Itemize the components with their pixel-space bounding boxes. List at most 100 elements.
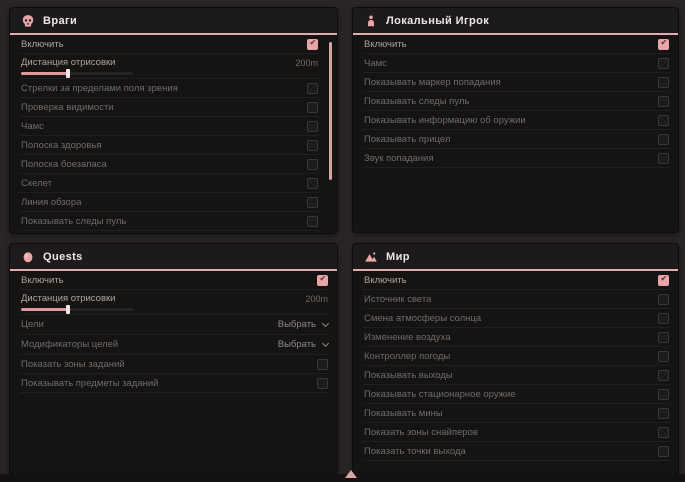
row-enemies-item[interactable]: Полоска боезапаса [20, 155, 319, 174]
slider-value: 200m [305, 294, 328, 304]
row-local-item[interactable]: Показывать следы пуль [363, 92, 670, 111]
panel-title: Quests [43, 251, 83, 263]
checkbox[interactable] [658, 77, 669, 88]
checkbox[interactable] [658, 294, 669, 305]
checkbox[interactable] [658, 408, 669, 419]
row-world-enable[interactable]: Включить [363, 271, 670, 290]
checkbox[interactable] [317, 359, 328, 370]
targets-dropdown[interactable]: Выбрать [278, 319, 328, 330]
row-world-item[interactable]: Контроллер погоды [363, 347, 670, 366]
row-quests-draw-distance: Дистанция отрисовки 200m [20, 290, 329, 315]
checkbox[interactable] [307, 121, 318, 132]
slider-fill [21, 72, 68, 75]
row-enemies-item[interactable]: Скелет [20, 174, 319, 193]
setting-label: Цели [21, 319, 44, 330]
row-enemies-item[interactable]: Полоска здоровья [20, 136, 319, 155]
checkbox[interactable] [658, 370, 669, 381]
row-enemies-item[interactable]: Линия обзора [20, 193, 319, 212]
row-quests-enable[interactable]: Включить [20, 271, 329, 290]
setting-label: Включить [21, 39, 64, 50]
row-world-item[interactable]: Показывать стационарное оружие [363, 385, 670, 404]
scroll-up-marker [345, 470, 357, 478]
skull-icon [21, 14, 35, 28]
checkbox[interactable] [317, 378, 328, 389]
checkbox[interactable] [307, 159, 318, 170]
draw-distance-slider[interactable] [21, 72, 133, 75]
checkbox[interactable] [658, 389, 669, 400]
row-world-item[interactable]: Изменение воздуха [363, 328, 670, 347]
setting-label: Полоска боезапаса [21, 159, 107, 170]
setting-label: Включить [364, 39, 407, 50]
row-enemies-item[interactable]: Стрелки за пределами поля зрения [20, 79, 319, 98]
slider-knob[interactable] [66, 305, 70, 314]
row-local-enable[interactable]: Включить [363, 35, 670, 54]
row-local-item[interactable]: Показывать прицел [363, 130, 670, 149]
checkbox-world-enable[interactable] [658, 275, 669, 286]
panel-title: Враги [43, 15, 77, 27]
row-local-item[interactable]: Показывать информацию об оружии [363, 111, 670, 130]
draw-distance-slider[interactable] [21, 308, 133, 311]
checkbox[interactable] [658, 58, 669, 69]
checkbox[interactable] [658, 427, 669, 438]
checkbox[interactable] [307, 102, 318, 113]
row-enemies-item[interactable]: Чамс [20, 117, 319, 136]
checkbox[interactable] [658, 134, 669, 145]
row-local-item[interactable]: Звук попадания [363, 149, 670, 168]
row-enemies-item[interactable]: Показывать следы пуль [20, 212, 319, 231]
slider-knob[interactable] [66, 69, 70, 78]
checkbox[interactable] [307, 216, 318, 227]
dropdown-value: Выбрать [278, 339, 316, 350]
row-quests-item[interactable]: Показать зоны заданий [20, 355, 329, 374]
setting-label: Контроллер погоды [364, 351, 450, 362]
target-modifiers-dropdown[interactable]: Выбрать [278, 339, 328, 350]
checkbox[interactable] [658, 153, 669, 164]
setting-label: Полоска здоровья [21, 140, 102, 151]
row-local-item[interactable]: Показывать маркер попадания [363, 73, 670, 92]
panel-local-player-header: Локальный Игрок [353, 8, 678, 35]
row-enemies-draw-distance: Дистанция отрисовки 200m [20, 54, 319, 79]
checkbox-quests-enable[interactable] [317, 275, 328, 286]
row-quests-item[interactable]: Показывать предметы заданий [20, 374, 329, 393]
setting-label: Показывать предметы заданий [21, 378, 158, 389]
chevron-down-icon [322, 339, 329, 346]
setting-label: Показывать информацию об оружии [364, 115, 526, 126]
checkbox-enemies-enable[interactable] [307, 39, 318, 50]
row-world-item[interactable]: Показывать мины [363, 404, 670, 423]
row-quests-targets: Цели Выбрать [20, 315, 329, 335]
panel-world-header: Мир [353, 244, 678, 271]
checkbox[interactable] [307, 83, 318, 94]
row-world-item[interactable]: Показать зоны снайперов [363, 423, 670, 442]
setting-label: Модификаторы целей [21, 339, 118, 350]
row-world-item[interactable]: Показать точки выхода [363, 442, 670, 461]
row-world-item[interactable]: Показывать выходы [363, 366, 670, 385]
checkbox[interactable] [658, 96, 669, 107]
setting-label: Показывать маркер попадания [364, 77, 501, 88]
setting-label: Показывать мины [364, 408, 443, 419]
panel-title: Локальный Игрок [386, 15, 489, 27]
checkbox-local-enable[interactable] [658, 39, 669, 50]
checkbox[interactable] [658, 446, 669, 457]
row-world-item[interactable]: Смена атмосферы солнца [363, 309, 670, 328]
scrollbar-thumb[interactable] [329, 42, 332, 180]
checkbox[interactable] [307, 197, 318, 208]
checkbox[interactable] [658, 313, 669, 324]
setting-label: Показывать стационарное оружие [364, 389, 516, 400]
setting-label: Чамс [364, 58, 387, 69]
checkbox[interactable] [658, 115, 669, 126]
panel-local-player: Локальный Игрок Включить Чамс Показывать… [353, 8, 678, 232]
row-world-item[interactable]: Источник света [363, 290, 670, 309]
setting-label: Звук попадания [364, 153, 434, 164]
setting-label: Дистанция отрисовки [21, 293, 115, 304]
checkbox[interactable] [307, 178, 318, 189]
panel-enemies: Враги Включить Дистанция отрисовки 200m … [10, 8, 337, 233]
row-enemies-enable[interactable]: Включить [20, 35, 319, 54]
row-local-item[interactable]: Чамс [363, 54, 670, 73]
checkbox[interactable] [658, 332, 669, 343]
slider-fill [21, 308, 68, 311]
checkbox[interactable] [307, 140, 318, 151]
setting-label: Включить [364, 275, 407, 286]
person-icon [364, 14, 378, 28]
setting-label: Показывать следы пуль [21, 216, 126, 227]
checkbox[interactable] [658, 351, 669, 362]
row-enemies-item[interactable]: Проверка видимости [20, 98, 319, 117]
